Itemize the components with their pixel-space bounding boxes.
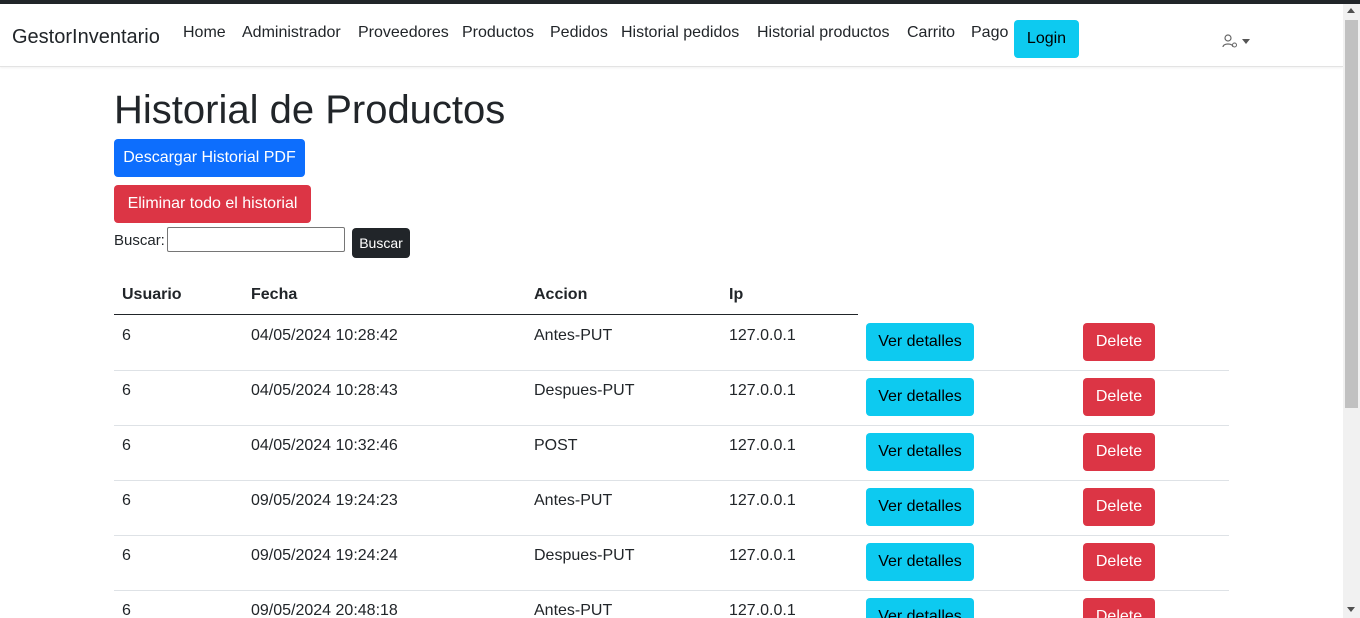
delete-row-button[interactable]: Delete <box>1083 598 1155 618</box>
delete-row-button[interactable]: Delete <box>1083 433 1155 471</box>
nav-home[interactable]: Home <box>183 24 226 42</box>
brand-link[interactable]: GestorInventario <box>12 26 160 49</box>
table-row: 6 09/05/2024 19:24:23 Antes-PUT 127.0.0.… <box>114 480 1229 536</box>
cell-accion: Despues-PUT <box>534 382 635 399</box>
scroll-up-icon[interactable] <box>1347 8 1355 13</box>
scroll-down-icon[interactable] <box>1347 607 1355 612</box>
view-details-button[interactable]: Ver detalles <box>866 433 974 471</box>
table-row: 6 09/05/2024 20:48:18 Antes-PUT 127.0.0.… <box>114 590 1229 618</box>
cell-accion: Antes-PUT <box>534 492 613 509</box>
search-input[interactable] <box>167 227 345 252</box>
search-label: Buscar: <box>114 232 165 249</box>
table-row: 6 04/05/2024 10:32:46 POST 127.0.0.1 Ver… <box>114 425 1229 481</box>
user-gear-icon <box>1222 34 1237 48</box>
download-pdf-button[interactable]: Descargar Historial PDF <box>114 139 305 177</box>
cell-fecha: 09/05/2024 20:48:18 <box>251 602 398 618</box>
cell-fecha: 04/05/2024 10:28:42 <box>251 327 398 344</box>
cell-fecha: 04/05/2024 10:32:46 <box>251 437 398 454</box>
cell-ip: 127.0.0.1 <box>729 327 796 344</box>
nav-administrador[interactable]: Administrador <box>242 24 341 42</box>
cell-ip: 127.0.0.1 <box>729 602 796 618</box>
nav-productos[interactable]: Productos <box>462 24 534 42</box>
cell-usuario: 6 <box>122 602 131 618</box>
cell-usuario: 6 <box>122 382 131 399</box>
caret-down-icon <box>1242 38 1250 44</box>
cell-fecha: 04/05/2024 10:28:43 <box>251 382 398 399</box>
nav-historial-pedidos[interactable]: Historial pedidos <box>621 24 739 42</box>
cell-accion: POST <box>534 437 578 454</box>
table-row: 6 04/05/2024 10:28:43 Despues-PUT 127.0.… <box>114 370 1229 426</box>
navbar: GestorInventario Home Administrador Prov… <box>0 4 1343 67</box>
user-menu-toggle[interactable] <box>1222 32 1258 50</box>
cell-usuario: 6 <box>122 437 131 454</box>
delete-row-button[interactable]: Delete <box>1083 488 1155 526</box>
delete-all-history-button[interactable]: Eliminar todo el historial <box>114 185 311 223</box>
view-details-button[interactable]: Ver detalles <box>866 488 974 526</box>
cell-ip: 127.0.0.1 <box>729 547 796 564</box>
login-button[interactable]: Login <box>1014 20 1079 58</box>
nav-proveedores[interactable]: Proveedores <box>358 24 449 42</box>
column-header-usuario: Usuario <box>122 286 182 303</box>
cell-usuario: 6 <box>122 547 131 564</box>
view-details-button[interactable]: Ver detalles <box>866 543 974 581</box>
column-header-fecha: Fecha <box>251 286 298 303</box>
nav-historial-productos[interactable]: Historial productos <box>757 24 890 42</box>
cell-fecha: 09/05/2024 19:24:23 <box>251 492 398 509</box>
cell-accion: Despues-PUT <box>534 547 635 564</box>
table-row: 6 09/05/2024 19:24:24 Despues-PUT 127.0.… <box>114 535 1229 591</box>
delete-row-button[interactable]: Delete <box>1083 323 1155 361</box>
view-details-button[interactable]: Ver detalles <box>866 598 974 618</box>
scroll-thumb[interactable] <box>1345 20 1358 408</box>
nav-carrito[interactable]: Carrito <box>907 24 955 42</box>
delete-row-button[interactable]: Delete <box>1083 543 1155 581</box>
view-details-button[interactable]: Ver detalles <box>866 323 974 361</box>
table-row: 6 04/05/2024 10:28:42 Antes-PUT 127.0.0.… <box>114 315 1229 371</box>
nav-pedidos[interactable]: Pedidos <box>550 24 608 42</box>
column-header-ip: Ip <box>729 286 744 303</box>
cell-usuario: 6 <box>122 327 131 344</box>
cell-ip: 127.0.0.1 <box>729 492 796 509</box>
cell-usuario: 6 <box>122 492 131 509</box>
search-button[interactable]: Buscar <box>352 228 410 258</box>
cell-accion: Antes-PUT <box>534 327 613 344</box>
cell-ip: 127.0.0.1 <box>729 382 796 399</box>
view-details-button[interactable]: Ver detalles <box>866 378 974 416</box>
nav-pago[interactable]: Pago <box>971 24 1008 42</box>
cell-accion: Antes-PUT <box>534 602 613 618</box>
cell-fecha: 09/05/2024 19:24:24 <box>251 547 398 564</box>
column-header-accion: Accion <box>534 286 588 303</box>
cell-ip: 127.0.0.1 <box>729 437 796 454</box>
delete-row-button[interactable]: Delete <box>1083 378 1155 416</box>
page-title: Historial de Productos <box>114 88 506 132</box>
vertical-scrollbar[interactable] <box>1343 4 1360 618</box>
